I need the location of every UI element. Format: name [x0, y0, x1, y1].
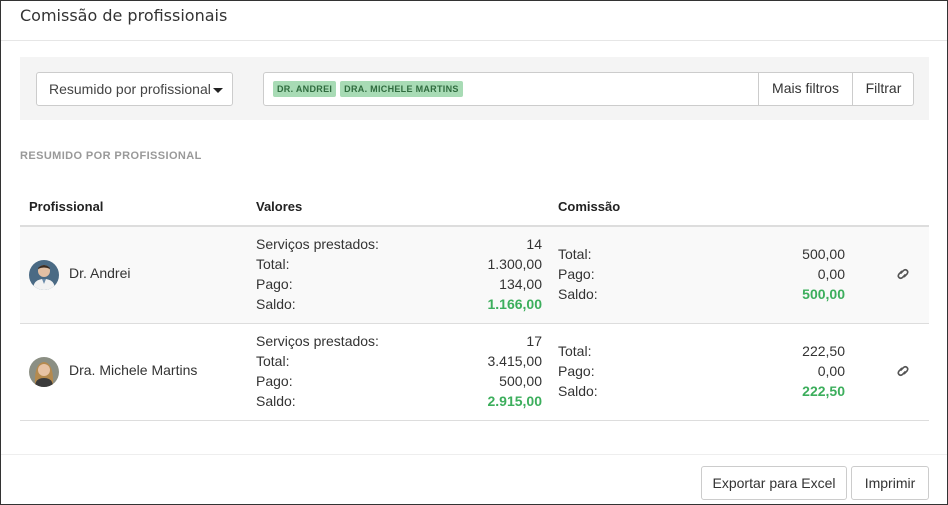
page-title: Comissão de profissionais — [20, 6, 228, 25]
total-label: Total: — [256, 256, 290, 272]
commission-block: Total: 222,50 Pago: 0,00 Saldo: 222,50 — [558, 341, 845, 401]
column-header-professional: Profissional — [29, 199, 104, 214]
section-label: RESUMIDO POR PROFISSIONAL — [20, 150, 202, 162]
commission-balance-value: 222,50 — [802, 383, 845, 399]
caret-down-icon — [213, 88, 223, 93]
paid-label: Pago: — [256, 276, 293, 292]
filter-button[interactable]: Filtrar — [852, 72, 914, 106]
balance-label: Saldo: — [256, 296, 296, 312]
view-select[interactable]: Resumido por profissional — [36, 72, 233, 106]
commission-block: Total: 500,00 Pago: 0,00 Saldo: 500,00 — [558, 244, 845, 304]
total-value: 3.415,00 — [487, 353, 543, 369]
commission-total-label: Total: — [558, 343, 592, 359]
paid-value: 500,00 — [499, 373, 542, 389]
total-label: Total: — [256, 353, 290, 369]
export-excel-button[interactable]: Exportar para Excel — [701, 466, 847, 500]
balance-value: 1.166,00 — [487, 296, 543, 312]
paid-value: 134,00 — [499, 276, 542, 292]
commission-balance-label: Saldo: — [558, 383, 598, 399]
link-icon[interactable] — [896, 267, 910, 281]
commission-balance-label: Saldo: — [558, 286, 598, 302]
print-button[interactable]: Imprimir — [851, 466, 929, 500]
filter-bar: Resumido por profissional DR. ANDREI DRA… — [20, 57, 929, 120]
commission-total-value: 222,50 — [802, 343, 845, 359]
total-value: 1.300,00 — [487, 256, 543, 272]
services-label: Serviços prestados: — [256, 236, 379, 252]
balance-value: 2.915,00 — [487, 393, 543, 409]
column-header-commission: Comissão — [558, 199, 621, 214]
avatar — [29, 357, 59, 387]
services-value: 17 — [526, 333, 542, 349]
commission-paid-value: 0,00 — [817, 363, 845, 379]
link-icon[interactable] — [896, 364, 910, 378]
professional-name: Dra. Michele Martins — [69, 362, 198, 378]
services-label: Serviços prestados: — [256, 333, 379, 349]
commission-paid-label: Pago: — [558, 266, 595, 282]
modal-header: Comissão de profissionais — [1, 1, 947, 41]
services-value: 14 — [526, 236, 542, 252]
more-filters-button[interactable]: Mais filtros — [758, 72, 852, 106]
filter-tags: DR. ANDREI DRA. MICHELE MARTINS — [273, 81, 463, 97]
professional-name: Dr. Andrei — [69, 265, 131, 281]
commission-total-label: Total: — [558, 246, 592, 262]
filter-tags-input[interactable]: DR. ANDREI DRA. MICHELE MARTINS Mais fil… — [263, 72, 914, 106]
footer-divider — [1, 454, 947, 455]
commission-paid-value: 0,00 — [817, 266, 845, 282]
commission-balance-value: 500,00 — [802, 286, 845, 302]
paid-label: Pago: — [256, 373, 293, 389]
balance-label: Saldo: — [256, 393, 296, 409]
table-row: Dr. Andrei Serviços prestados: 14 Total:… — [20, 227, 929, 324]
commission-paid-label: Pago: — [558, 363, 595, 379]
filter-tag-michele[interactable]: DRA. MICHELE MARTINS — [340, 81, 463, 97]
values-block: Serviços prestados: 14 Total: 1.300,00 P… — [256, 234, 542, 314]
view-select-value: Resumido por profissional — [49, 81, 211, 97]
filter-tag-andrei[interactable]: DR. ANDREI — [273, 81, 337, 97]
commission-total-value: 500,00 — [802, 246, 845, 262]
column-header-values: Valores — [256, 199, 303, 214]
values-block: Serviços prestados: 17 Total: 3.415,00 P… — [256, 331, 542, 411]
avatar — [29, 260, 59, 290]
table-row: Dra. Michele Martins Serviços prestados:… — [20, 324, 929, 421]
window: Comissão de profissionais Resumido por p… — [0, 0, 948, 505]
